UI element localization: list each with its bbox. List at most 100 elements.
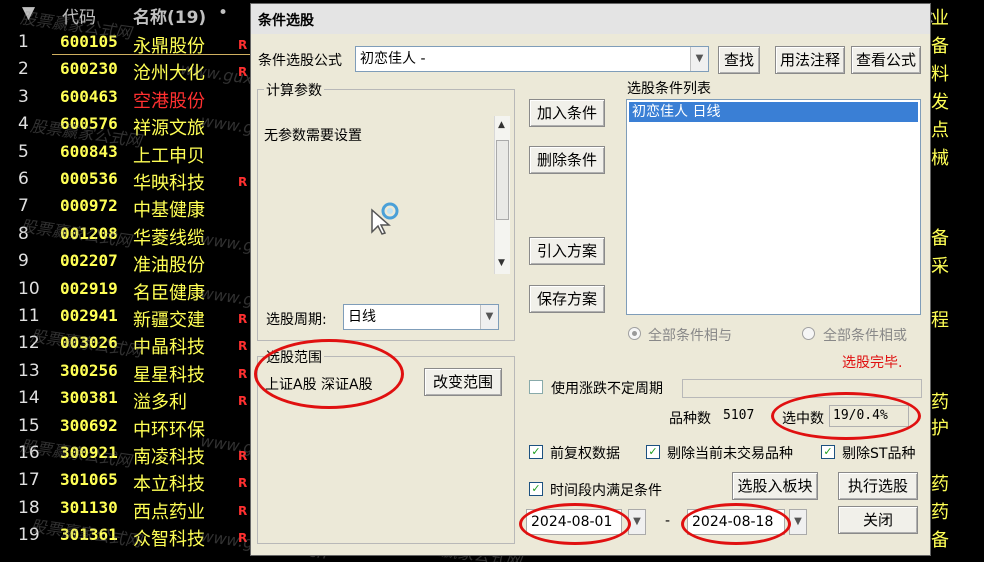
table-row[interactable]: 18 301130 西点药业 R	[0, 498, 260, 525]
stock-code: 600463	[60, 86, 118, 106]
row-index: 2	[18, 59, 29, 80]
status-text: 选股完毕.	[842, 355, 903, 371]
row-index: 14	[18, 388, 40, 409]
margin-mark: R	[238, 312, 248, 326]
add-condition-button[interactable]: 加入条件	[529, 99, 605, 127]
table-row[interactable]: 10 002919 名臣健康	[0, 279, 260, 306]
params-scrollbar[interactable]: ▲ ▼	[494, 116, 510, 274]
table-row[interactable]: 14 300381 溢多利 R	[0, 388, 260, 415]
table-row[interactable]: 16 300921 南凌科技 R	[0, 443, 260, 470]
row-index: 5	[18, 141, 29, 162]
margin-mark: R	[238, 503, 248, 518]
stock-name: 华映科技	[133, 173, 205, 194]
scroll-thumb[interactable]	[496, 140, 509, 220]
save-plan-button[interactable]: 保存方案	[529, 285, 605, 313]
margin-mark: R	[238, 65, 248, 80]
unfixed-period-label: 使用涨跌不定周期	[551, 381, 663, 397]
unfixed-period-input[interactable]	[682, 379, 922, 398]
stock-name: 星星科技	[133, 364, 205, 386]
close-button[interactable]: 关闭	[838, 506, 918, 534]
partial-column-text: 采	[931, 256, 949, 277]
exclude-st-label: 剔除ST品种	[842, 446, 916, 462]
formula-select[interactable]: 初恋佳人 - ▼	[355, 46, 709, 72]
table-row[interactable]: 2 600230 沧州大化 R	[0, 59, 260, 86]
row-index: 13	[18, 360, 40, 381]
table-row[interactable]: 4 600576 祥源文旅	[0, 114, 260, 141]
table-row[interactable]: 12 003026 中晶科技 R	[0, 333, 260, 360]
table-row[interactable]: 13 300256 星星科技 R	[0, 361, 260, 388]
radio-or[interactable]	[802, 327, 815, 340]
dialog-titlebar[interactable]: 条件选股	[251, 4, 930, 34]
table-row[interactable]: 19 301361 众智科技 R	[0, 525, 260, 552]
partial-column-text: 备	[931, 36, 949, 57]
chevron-down-icon[interactable]: ▼	[480, 305, 498, 329]
table-row[interactable]: 15 300692 中环环保	[0, 416, 260, 443]
table-row[interactable]: 5 600843 上工申贝	[0, 142, 260, 169]
range-group-title: 选股范围	[264, 347, 324, 367]
partial-column-text: 备	[931, 530, 949, 551]
margin-mark: R	[238, 531, 248, 546]
exclude-st-checkbox[interactable]: ✓	[821, 445, 835, 459]
view-formula-button[interactable]: 查看公式	[851, 46, 921, 74]
import-plan-button[interactable]: 引入方案	[529, 237, 605, 265]
stock-code: 300692	[60, 415, 118, 435]
sort-arrow-icon[interactable]: ▼	[22, 3, 35, 27]
delete-condition-button[interactable]: 删除条件	[529, 146, 605, 174]
table-row[interactable]: 17 301065 本立科技 R	[0, 470, 260, 497]
table-row[interactable]: 9 002207 准油股份	[0, 251, 260, 278]
date-to-input[interactable]: 2024-08-18	[687, 509, 785, 535]
table-row[interactable]: 3 600463 空港股份	[0, 87, 260, 114]
chevron-down-icon[interactable]: ▼	[690, 47, 708, 71]
stock-name: 名臣健康	[133, 282, 205, 304]
row-index: 11	[18, 306, 40, 326]
stock-code: 002207	[60, 251, 118, 271]
table-row[interactable]: 6 000536 华映科技 R	[0, 169, 260, 196]
unfixed-period-checkbox[interactable]	[529, 380, 543, 394]
radio-or-label: 全部条件相或	[823, 328, 907, 344]
column-header-name[interactable]: 名称(19)	[133, 3, 206, 28]
stock-name: 众智科技	[133, 529, 205, 551]
stock-code: 301065	[60, 470, 118, 490]
selected-label: 选中数	[782, 411, 824, 427]
date-from-dropdown-icon[interactable]: ▼	[628, 509, 646, 535]
stock-code: 300381	[60, 388, 118, 408]
row-index: 4	[18, 114, 29, 135]
stock-name: 沧州大化	[133, 63, 205, 85]
period-select[interactable]: 日线 ▼	[343, 304, 499, 330]
table-row[interactable]: 1 600105 永鼎股份 R	[0, 32, 260, 59]
scroll-down-icon[interactable]: ▼	[498, 258, 505, 268]
table-row[interactable]: 11 002941 新疆交建 R	[0, 306, 260, 333]
stock-name: 新疆交建	[133, 310, 205, 331]
fq-checkbox[interactable]: ✓	[529, 445, 543, 459]
stock-name: 中环环保	[133, 419, 205, 441]
row-index: 10	[18, 278, 40, 299]
usage-notes-button[interactable]: 用法注释	[775, 46, 845, 74]
to-block-button[interactable]: 选股入板块	[732, 472, 818, 500]
table-row[interactable]: 8 001208 华菱线缆	[0, 224, 260, 251]
exclude-untraded-checkbox[interactable]: ✓	[646, 445, 660, 459]
conditions-list[interactable]: 初恋佳人 日线	[626, 99, 921, 315]
column-header-dot: •	[218, 3, 229, 23]
date-to-dropdown-icon[interactable]: ▼	[789, 509, 807, 535]
date-from-input[interactable]: 2024-08-01	[526, 509, 622, 535]
list-item[interactable]: 初恋佳人 日线	[629, 102, 918, 122]
execute-button[interactable]: 执行选股	[838, 472, 918, 500]
params-text: 无参数需要设置	[264, 128, 362, 144]
dialog-title: 条件选股	[258, 13, 314, 29]
row-index: 12	[18, 333, 40, 354]
stock-code: 600105	[60, 32, 118, 51]
stock-code: 300921	[60, 443, 118, 462]
change-range-button[interactable]: 改变范围	[424, 368, 502, 396]
scroll-up-icon[interactable]: ▲	[498, 120, 505, 130]
formula-label: 条件选股公式	[258, 53, 342, 69]
table-row[interactable]: 7 000972 中基健康	[0, 196, 260, 223]
find-button[interactable]: 查找	[718, 46, 760, 74]
stock-code: 301361	[60, 525, 118, 545]
radio-and-label: 全部条件相与	[648, 328, 732, 344]
time-period-checkbox[interactable]: ✓	[529, 482, 543, 496]
margin-mark: R	[238, 476, 248, 491]
stock-code: 000972	[60, 196, 118, 216]
radio-and[interactable]	[628, 327, 641, 340]
column-header-code[interactable]: 代码	[62, 3, 96, 28]
selected-value: 19/0.4%	[829, 405, 909, 427]
